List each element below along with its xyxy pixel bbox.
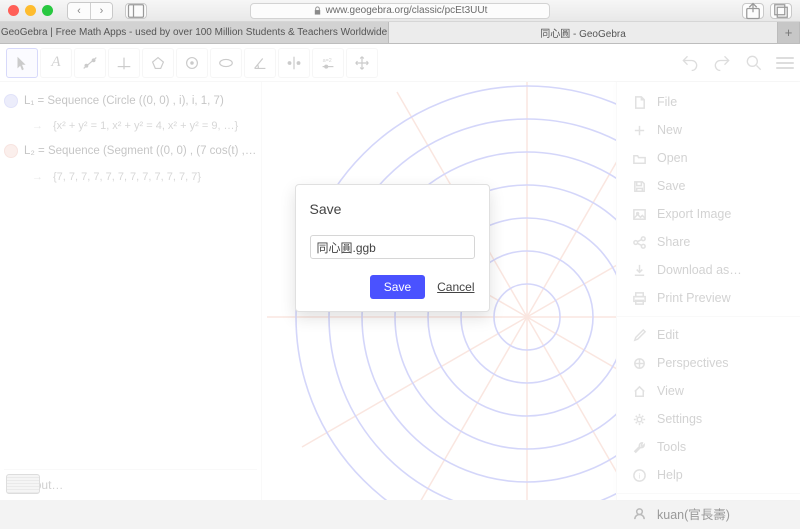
- url-text: www.geogebra.org/classic/pcEt3UUt: [326, 5, 488, 16]
- user-icon: [631, 506, 647, 522]
- lock-icon: [313, 6, 322, 15]
- save-dialog: Save Save Cancel: [295, 184, 490, 312]
- browser-tab-0[interactable]: GeoGebra | Free Math Apps - used by over…: [0, 22, 389, 43]
- tabs-button[interactable]: [770, 3, 792, 19]
- maximize-window-button[interactable]: [42, 5, 53, 16]
- dialog-title: Save: [310, 201, 475, 217]
- cancel-button[interactable]: Cancel: [437, 280, 474, 294]
- window-titlebar: ‹ › www.geogebra.org/classic/pcEt3UUt: [0, 0, 800, 22]
- minimize-window-button[interactable]: [25, 5, 36, 16]
- filename-input[interactable]: [310, 235, 475, 259]
- browser-tab-1[interactable]: 同心圓 - GeoGebra: [389, 22, 778, 43]
- close-window-button[interactable]: [8, 5, 19, 16]
- nav-back-forward: ‹ ›: [67, 2, 113, 20]
- forward-button[interactable]: ›: [90, 3, 112, 19]
- browser-tabbar: GeoGebra | Free Math Apps - used by over…: [0, 22, 800, 44]
- sidebar-button[interactable]: [125, 3, 147, 19]
- save-button[interactable]: Save: [370, 275, 425, 299]
- address-bar[interactable]: www.geogebra.org/classic/pcEt3UUt: [250, 3, 550, 19]
- virtual-keyboard-button[interactable]: [6, 474, 40, 494]
- geogebra-app: A a=2 L₁ = Sequence (Circle ((0, 0) , i)…: [0, 44, 800, 500]
- modal-overlay: Save Save Cancel: [0, 44, 800, 500]
- back-button[interactable]: ‹: [68, 3, 90, 19]
- menu-item-user[interactable]: kuan(官長壽): [617, 498, 800, 529]
- share-button[interactable]: [742, 3, 764, 19]
- new-tab-button[interactable]: +: [778, 22, 800, 43]
